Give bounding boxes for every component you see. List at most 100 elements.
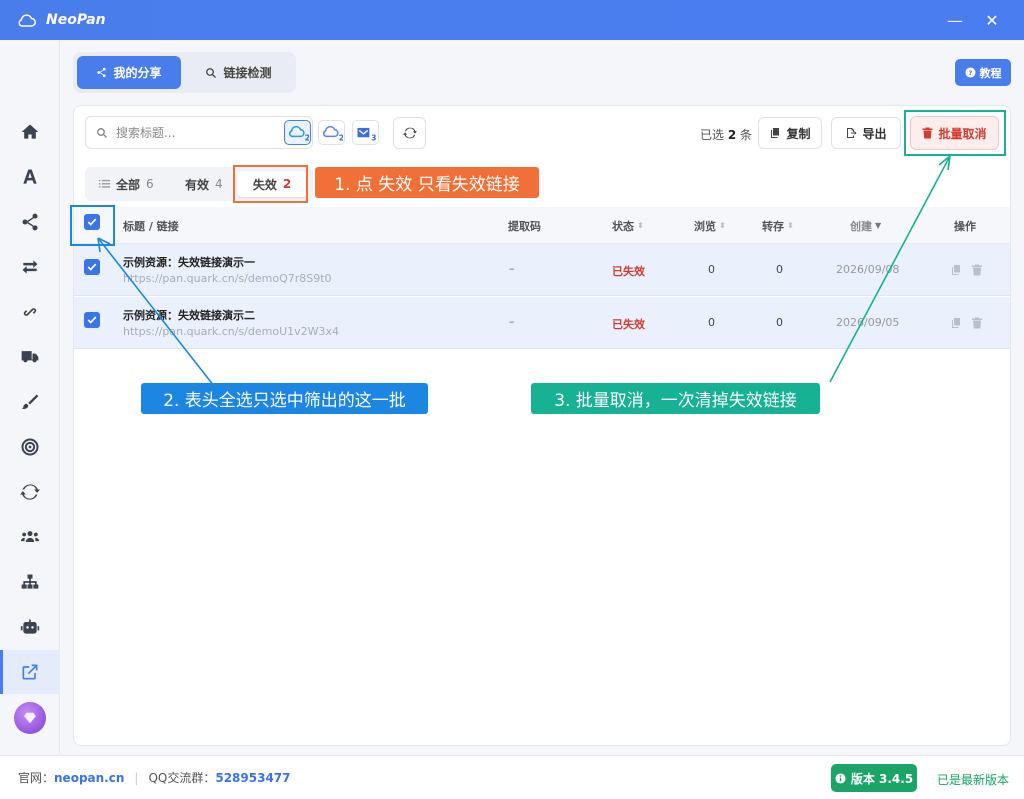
version-label: 版本 3.4.5 [850, 771, 914, 786]
header-title: 标题 / 链接 [123, 219, 179, 233]
selected-suffix: 条 [740, 128, 753, 142]
footer-divider: | [134, 770, 139, 785]
sidebar-item-share[interactable] [0, 200, 60, 244]
font-icon [23, 169, 37, 184]
cloud-logo-icon [18, 11, 36, 29]
check-icon [87, 316, 97, 324]
filter-valid-label: 有效 [185, 177, 210, 192]
callout-step1: 1. 点 失效 只看失效链接 [315, 167, 539, 198]
row-code: – [509, 262, 515, 275]
row-status: 已失效 [612, 318, 645, 331]
close-button[interactable]: ✕ [982, 10, 1002, 30]
callout-step3: 3. 批量取消，一次清掉失效链接 [531, 383, 820, 414]
row-title: 示例资源：失效链接演示一 [123, 256, 255, 269]
selected-count: 已选 2 条 [700, 126, 752, 143]
cloud-icon: 2 [288, 125, 309, 142]
cloud-filter-2[interactable]: 2 [318, 120, 345, 145]
share-icon [97, 67, 107, 78]
tab-my-share[interactable]: 我的分享 [77, 56, 181, 89]
export-button[interactable]: 导出 [831, 117, 901, 149]
sort-icon: ⬍ [787, 221, 794, 230]
question-icon: ? [964, 67, 976, 78]
sidebar-item-target[interactable] [0, 425, 60, 469]
sidebar-item-brush[interactable] [0, 380, 60, 424]
svg-text:2: 2 [304, 133, 308, 141]
filter-valid-count: 4 [215, 177, 223, 191]
tab-link-check[interactable]: 链接检测 [185, 56, 292, 89]
trash-icon[interactable] [971, 264, 983, 276]
sidebar-item-transfer[interactable] [0, 245, 60, 289]
qq-number[interactable]: 528953477 [215, 771, 290, 785]
filter-tab-valid[interactable]: 有效 4 [185, 171, 223, 197]
avatar[interactable] [14, 702, 46, 734]
robot-icon [20, 619, 40, 634]
header-saves[interactable]: 转存 ⬍ [762, 207, 794, 244]
cloud-filter-1[interactable]: 2 [284, 120, 311, 145]
copy-label: 复制 [786, 126, 811, 141]
sidebar-item-sitemap[interactable] [0, 560, 60, 604]
sidebar-item-home[interactable] [0, 110, 60, 154]
search-icon [97, 127, 107, 138]
home-icon [21, 124, 39, 139]
trash-icon[interactable] [971, 317, 983, 329]
sidebar-item-link[interactable] [0, 290, 60, 334]
highlight-invalid-tab [233, 165, 308, 203]
row-url[interactable]: https://pan.quark.cn/s/demoQ7r8S9t0 [123, 272, 332, 285]
header-status[interactable]: 状态 ⬍ [612, 207, 644, 244]
svg-text:2: 2 [338, 133, 342, 141]
sidebar-item-font[interactable] [0, 155, 60, 199]
title-bar: NeoPan — ✕ [0, 0, 1024, 40]
sidebar-item-truck[interactable] [0, 335, 60, 379]
header-views-label: 浏览 [694, 219, 716, 233]
sidebar-item-sync[interactable] [0, 470, 60, 514]
row-created: 2026/09/08 [836, 263, 900, 276]
top-nav: 我的分享 链接检测 [73, 52, 296, 93]
copy-button[interactable]: 复制 [758, 117, 822, 149]
row-saves: 0 [776, 316, 783, 329]
transfer-icon [22, 260, 38, 274]
sitemap-icon [21, 574, 39, 589]
site-label: 官网： [18, 771, 55, 785]
header-code: 提取码 [508, 219, 541, 233]
cloud-filter-3[interactable]: 3 [352, 120, 379, 145]
export-label: 导出 [862, 126, 887, 141]
copy-icon [771, 128, 780, 138]
sort-icon: ⬍ [637, 221, 644, 230]
table-row[interactable]: 示例资源：失效链接演示二 https://pan.quark.cn/s/demo… [74, 297, 1010, 349]
header-created-label: 创建 [850, 219, 872, 233]
sidebar-item-robot[interactable] [0, 605, 60, 649]
app-title: NeoPan [46, 12, 106, 28]
tutorial-button[interactable]: ? 教程 [955, 59, 1011, 86]
header-status-label: 状态 [612, 219, 634, 233]
version-badge[interactable]: 版本 3.4.5 [831, 764, 917, 792]
sidebar-item-users[interactable] [0, 515, 60, 559]
row-checkbox[interactable] [84, 259, 100, 275]
search-box[interactable]: 搜索标题... [85, 116, 313, 149]
filter-tab-all[interactable]: 全部 6 [99, 171, 154, 197]
row-checkbox[interactable] [84, 312, 100, 328]
search-input[interactable]: 搜索标题... [116, 124, 175, 141]
header-actions: 操作 [954, 219, 976, 233]
site-link[interactable]: neopan.cn [54, 771, 124, 785]
selected-number: 2 [727, 128, 737, 142]
sidebar-item-external-link[interactable] [0, 650, 60, 694]
row-url[interactable]: https://pan.quark.cn/s/demoU1v2W3x4 [123, 325, 339, 338]
header-views[interactable]: 浏览 ⬍ [694, 207, 726, 244]
row-title: 示例资源：失效链接演示二 [123, 309, 255, 322]
sidebar [0, 40, 60, 754]
minimize-button[interactable]: — [945, 10, 965, 30]
filter-all-label: 全部 [116, 177, 141, 192]
truck-icon [21, 351, 39, 363]
list-icon [99, 179, 110, 188]
refresh-button[interactable] [393, 117, 426, 149]
header-created[interactable]: 创建 ▼ [850, 207, 881, 244]
row-status: 已失效 [612, 265, 645, 278]
copy-icon[interactable] [950, 317, 962, 329]
cloud-icon: 3 [357, 127, 376, 142]
copy-icon[interactable] [950, 264, 962, 276]
header-saves-label: 转存 [762, 219, 784, 233]
info-icon [835, 772, 846, 784]
selected-prefix: 已选 [700, 128, 725, 142]
callout-step2: 2. 表头全选只选中筛出的这一批 [141, 383, 428, 414]
table-row[interactable]: 示例资源：失效链接演示一 https://pan.quark.cn/s/demo… [74, 244, 1010, 296]
